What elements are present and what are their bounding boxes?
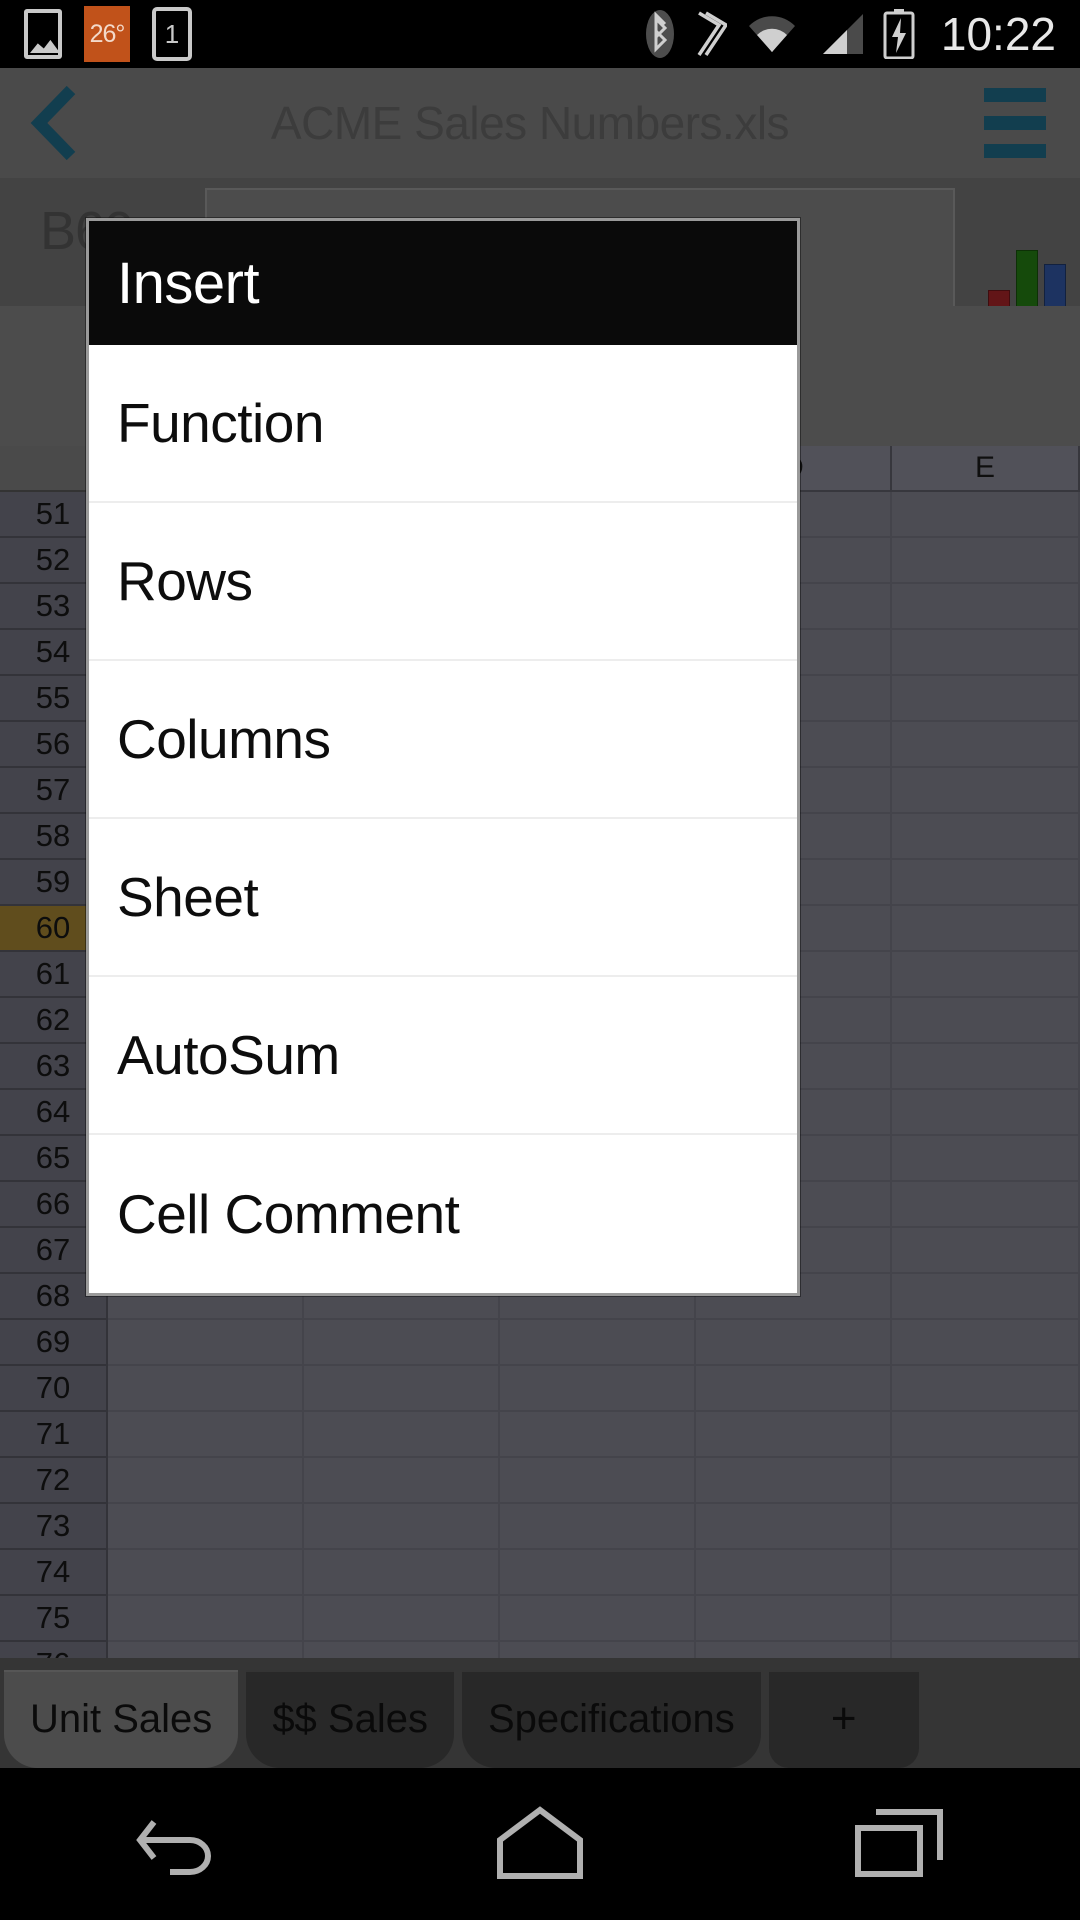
menu-item-function[interactable]: Function (89, 345, 797, 503)
wifi-icon (745, 12, 799, 56)
home-icon[interactable] (440, 1768, 640, 1920)
system-navigation-bar (0, 1768, 1080, 1920)
bluetooth-icon (645, 9, 675, 59)
back-icon[interactable] (80, 1768, 280, 1920)
sim-card-icon: 1 (152, 7, 192, 61)
menu-item-rows[interactable]: Rows (89, 503, 797, 661)
dialog-menu-list: Function Rows Columns Sheet AutoSum Cell Comm… (89, 345, 797, 1293)
menu-item-sheet[interactable]: Sheet (89, 819, 797, 977)
dialog-title: Insert (117, 250, 260, 316)
status-bar-right: 10:22 (645, 9, 1056, 59)
screen: 26° 1 10:22 ACME Sales Numbers.xls E 51 … (0, 0, 1080, 1920)
signal-icon (817, 12, 865, 56)
menu-item-columns[interactable]: Columns (89, 661, 797, 819)
menu-item-cell-comment[interactable]: Cell Comment (89, 1135, 797, 1293)
status-bar-clock: 10:22 (940, 8, 1056, 60)
recents-icon[interactable] (800, 1768, 1000, 1920)
status-bar-left: 26° 1 (24, 6, 192, 62)
photo-icon (24, 9, 62, 59)
dialog-header: Insert (89, 221, 797, 345)
battery-charging-icon (883, 9, 915, 59)
temperature-badge: 26° (84, 6, 130, 62)
insert-dialog: Insert Function Rows Columns Sheet AutoSum Ce… (86, 218, 800, 1296)
status-bar: 26° 1 10:22 (0, 0, 1080, 68)
nfc-icon (693, 9, 727, 59)
menu-item-autosum[interactable]: AutoSum (89, 977, 797, 1135)
